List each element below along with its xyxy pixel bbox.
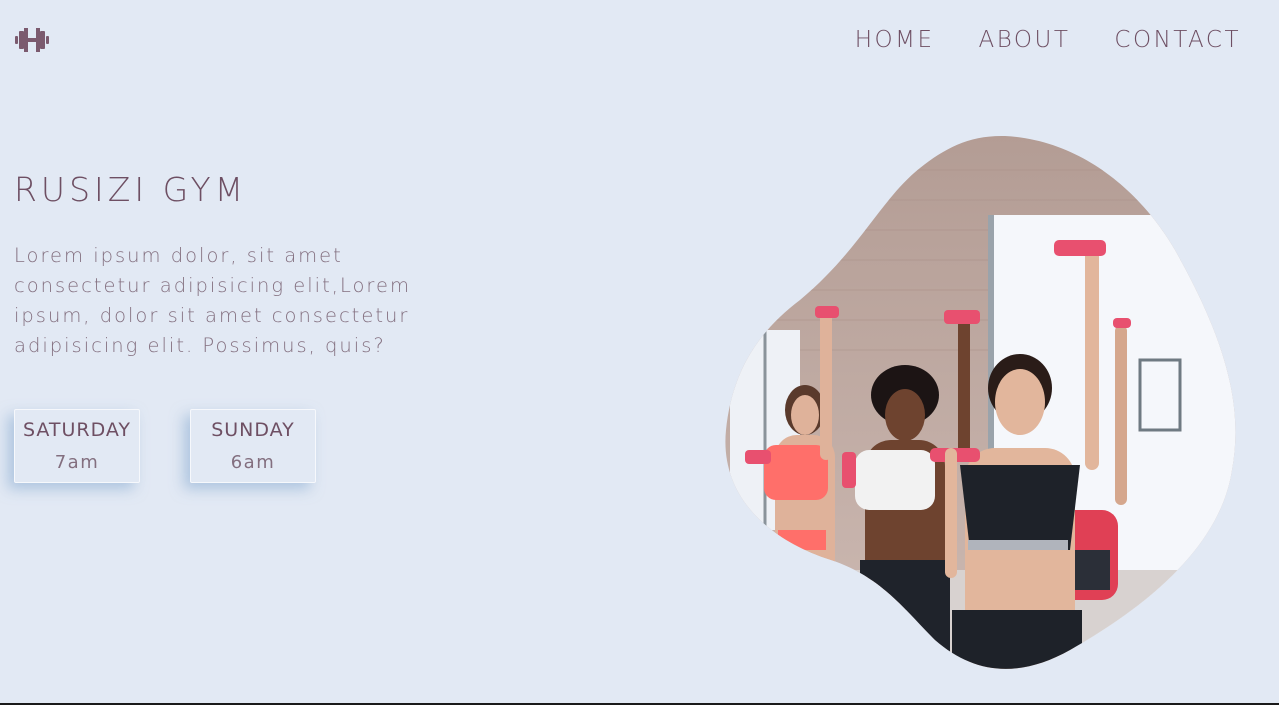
nav-contact-link[interactable]: CONTACT [1114, 27, 1241, 53]
hero-description: Lorem ipsum dolor, sit amet consectetur … [14, 244, 411, 357]
schedule-day: SUNDAY [211, 419, 295, 441]
main-nav: HOME ABOUT CONTACT [855, 27, 1241, 53]
schedule-time: 6am [230, 452, 276, 473]
schedule-day: SATURDAY [22, 419, 132, 441]
schedule-card-saturday: SATURDAY 7am [14, 409, 140, 483]
dumbbell-icon[interactable] [15, 27, 49, 53]
schedule-time: 7am [54, 452, 100, 473]
nav-about-link[interactable]: ABOUT [979, 27, 1071, 53]
schedule-card-sunday: SUNDAY 6am [190, 409, 316, 483]
page-title: RUSIZI GYM [14, 170, 248, 209]
nav-home-link[interactable]: HOME [855, 27, 935, 53]
hero-image [725, 135, 1236, 669]
